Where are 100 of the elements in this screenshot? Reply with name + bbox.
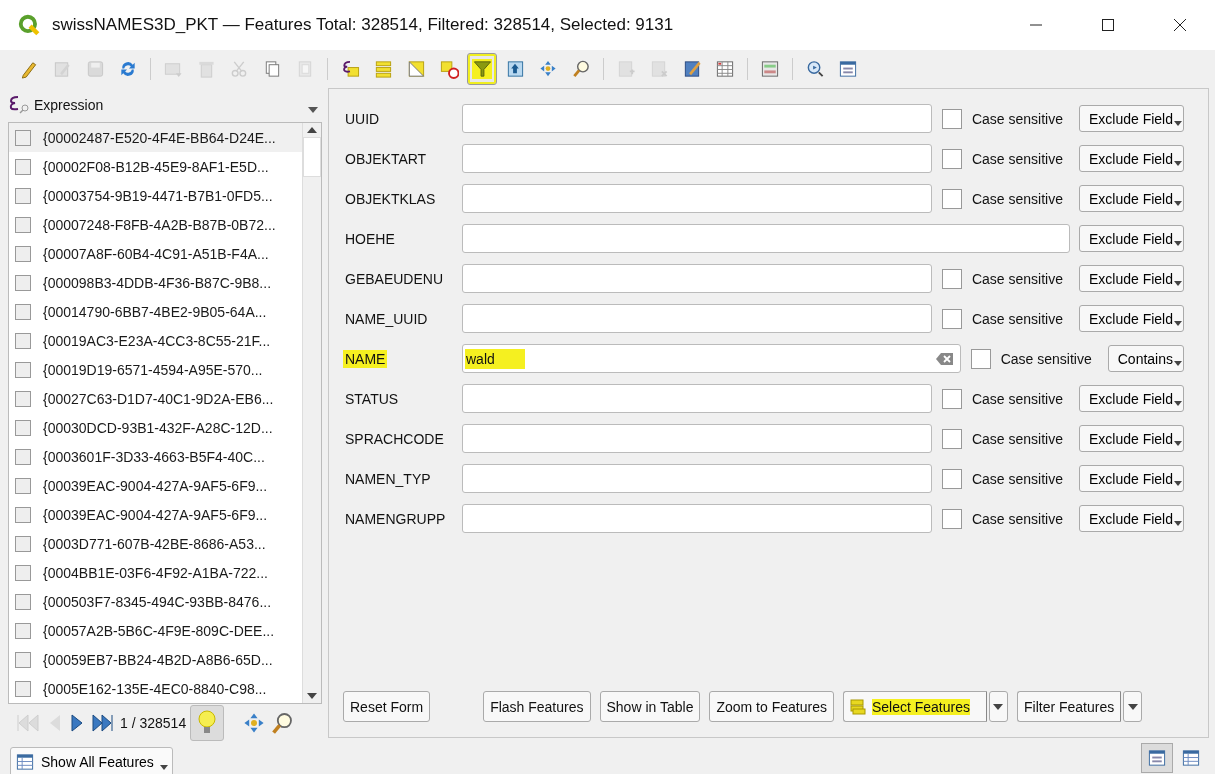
input-field[interactable]	[462, 224, 1070, 253]
mode-dropdown[interactable]: Exclude Field	[1078, 105, 1184, 132]
input-field[interactable]	[462, 104, 932, 133]
grid-format-icon[interactable]	[715, 59, 735, 79]
action-button[interactable]: Reset Form	[343, 691, 431, 722]
input-field[interactable]	[462, 504, 932, 533]
form-view-icon[interactable]	[838, 59, 858, 79]
feature-list-item[interactable]: {00030DCD-93B1-432F-A28C-12D...	[9, 413, 302, 442]
checkbox[interactable]	[15, 477, 31, 494]
dock-icon[interactable]	[760, 59, 780, 79]
checkbox[interactable]	[15, 622, 31, 639]
move-to-top-icon[interactable]	[505, 59, 525, 79]
action-button[interactable]: Select Features	[842, 691, 987, 722]
scrollbar[interactable]	[302, 123, 321, 703]
feature-list-item[interactable]: {00003754-9B19-4471-B7B1-0FD5...	[9, 181, 302, 210]
input-field[interactable]	[462, 384, 932, 413]
mode-dropdown[interactable]: Exclude Field	[1078, 465, 1184, 492]
feature-list-item[interactable]: {00039EAC-9004-427A-9AF5-6F9...	[9, 500, 302, 529]
checkbox[interactable]	[15, 680, 31, 697]
checkbox[interactable]	[941, 508, 962, 529]
feature-list-item[interactable]: {0003D771-607B-42BE-8686-A53...	[9, 529, 302, 558]
feature-list-item[interactable]: {00007A8F-60B4-4C91-A51B-F4A...	[9, 239, 302, 268]
checkbox[interactable]	[941, 468, 962, 489]
input-field[interactable]	[462, 304, 932, 333]
view-mode-button[interactable]	[1141, 743, 1173, 773]
actions-icon[interactable]	[805, 59, 825, 79]
checkbox[interactable]	[15, 332, 31, 349]
feature-list-item[interactable]: {00027C63-D1D7-40C1-9D2A-EB6...	[9, 384, 302, 413]
action-button[interactable]: Filter Features	[1017, 691, 1122, 722]
checkbox[interactable]	[15, 274, 31, 291]
checkbox[interactable]	[15, 187, 31, 204]
action-button[interactable]: Show in Table	[599, 691, 701, 722]
field-calculator-icon[interactable]	[682, 59, 702, 79]
mode-dropdown[interactable]: Exclude Field	[1078, 385, 1184, 412]
mode-dropdown[interactable]: Exclude Field	[1078, 225, 1184, 252]
checkbox[interactable]	[15, 448, 31, 465]
deselect-icon[interactable]	[439, 59, 459, 79]
checkbox[interactable]	[15, 216, 31, 233]
feature-list-item[interactable]: {00019AC3-E23A-4CC3-8C55-21F...	[9, 326, 302, 355]
mode-dropdown[interactable]: Contains	[1107, 345, 1184, 372]
filter-icon[interactable]	[472, 59, 492, 79]
checkbox[interactable]	[15, 651, 31, 668]
input-field[interactable]	[462, 144, 932, 173]
clear-icon[interactable]	[935, 351, 954, 366]
checkbox[interactable]	[15, 158, 31, 175]
checkbox[interactable]	[941, 108, 962, 129]
scroll-thumb[interactable]	[303, 137, 321, 177]
feature-list-item[interactable]: {00057A2B-5B6C-4F9E-809C-DEE...	[9, 616, 302, 645]
checkbox[interactable]	[941, 188, 962, 209]
checkbox[interactable]	[15, 564, 31, 581]
feature-list-item[interactable]: {00007248-F8FB-4A2B-B87B-0B72...	[9, 210, 302, 239]
checkbox[interactable]	[941, 428, 962, 449]
checkbox[interactable]	[15, 535, 31, 552]
menu-arrow-button[interactable]	[1123, 691, 1143, 722]
checkbox[interactable]	[941, 148, 962, 169]
checkbox[interactable]	[15, 245, 31, 262]
feature-list-item[interactable]: {0005E162-135E-4EC0-8840-C98...	[9, 674, 302, 703]
feature-list-item[interactable]: {00059EB7-BB24-4B2D-A8B6-65D...	[9, 645, 302, 674]
checkbox[interactable]	[15, 593, 31, 610]
mode-dropdown[interactable]: Exclude Field	[1078, 425, 1184, 452]
feature-list-item[interactable]: {00039EAC-9004-427A-9AF5-6F9...	[9, 471, 302, 500]
select-all-icon[interactable]	[373, 59, 393, 79]
feature-list-item[interactable]: {00019D19-6571-4594-A95E-570...	[9, 355, 302, 384]
input-field[interactable]	[462, 264, 932, 293]
pencil-icon[interactable]	[19, 59, 39, 79]
scroll-down-icon[interactable]	[307, 693, 317, 699]
checkbox[interactable]	[15, 303, 31, 320]
last-icon[interactable]	[90, 712, 116, 734]
feature-list-item[interactable]: {000098B3-4DDB-4F36-B87C-9B8...	[9, 268, 302, 297]
input-field[interactable]	[462, 424, 932, 453]
expression-select-icon[interactable]	[340, 59, 360, 79]
feature-list-item[interactable]: {00014790-6BB7-4BE2-9B05-64A...	[9, 297, 302, 326]
invert-selection-icon[interactable]	[406, 59, 426, 79]
show-features-dropdown[interactable]: Show All Features	[10, 747, 173, 774]
checkbox[interactable]	[941, 268, 962, 289]
search-icon[interactable]	[571, 59, 591, 79]
search-icon[interactable]	[270, 711, 295, 735]
feature-list-item[interactable]: {0004BB1E-03F6-4F92-A1BA-722...	[9, 558, 302, 587]
mode-dropdown[interactable]: Exclude Field	[1078, 145, 1184, 172]
input-field[interactable]: wald	[462, 344, 961, 373]
refresh-icon[interactable]	[118, 59, 138, 79]
action-button[interactable]: Flash Features	[483, 691, 591, 722]
feature-list-item[interactable]: {00002487-E520-4F4E-BB64-D24E...	[9, 123, 302, 152]
scroll-up-icon[interactable]	[307, 127, 317, 133]
menu-arrow-button[interactable]	[989, 691, 1008, 722]
checkbox[interactable]	[15, 390, 31, 407]
checkbox[interactable]	[941, 308, 962, 329]
action-button[interactable]: Zoom to Features	[709, 691, 834, 722]
feature-list-item[interactable]: {00002F08-B12B-45E9-8AF1-E5D...	[9, 152, 302, 181]
mode-dropdown[interactable]: Exclude Field	[1078, 265, 1184, 292]
checkbox[interactable]	[941, 388, 962, 409]
maximize-icon[interactable]	[1101, 18, 1115, 32]
mode-dropdown[interactable]: Exclude Field	[1078, 505, 1184, 532]
feature-list-item[interactable]: {0003601F-3D33-4663-B5F4-40C...	[9, 442, 302, 471]
mode-dropdown[interactable]: Exclude Field	[1078, 185, 1184, 212]
checkbox[interactable]	[15, 361, 31, 378]
feature-list-item[interactable]: {000503F7-8345-494C-93BB-8476...	[9, 587, 302, 616]
input-field[interactable]	[462, 464, 932, 493]
mode-dropdown[interactable]: Exclude Field	[1078, 305, 1184, 332]
checkbox[interactable]	[15, 506, 31, 523]
